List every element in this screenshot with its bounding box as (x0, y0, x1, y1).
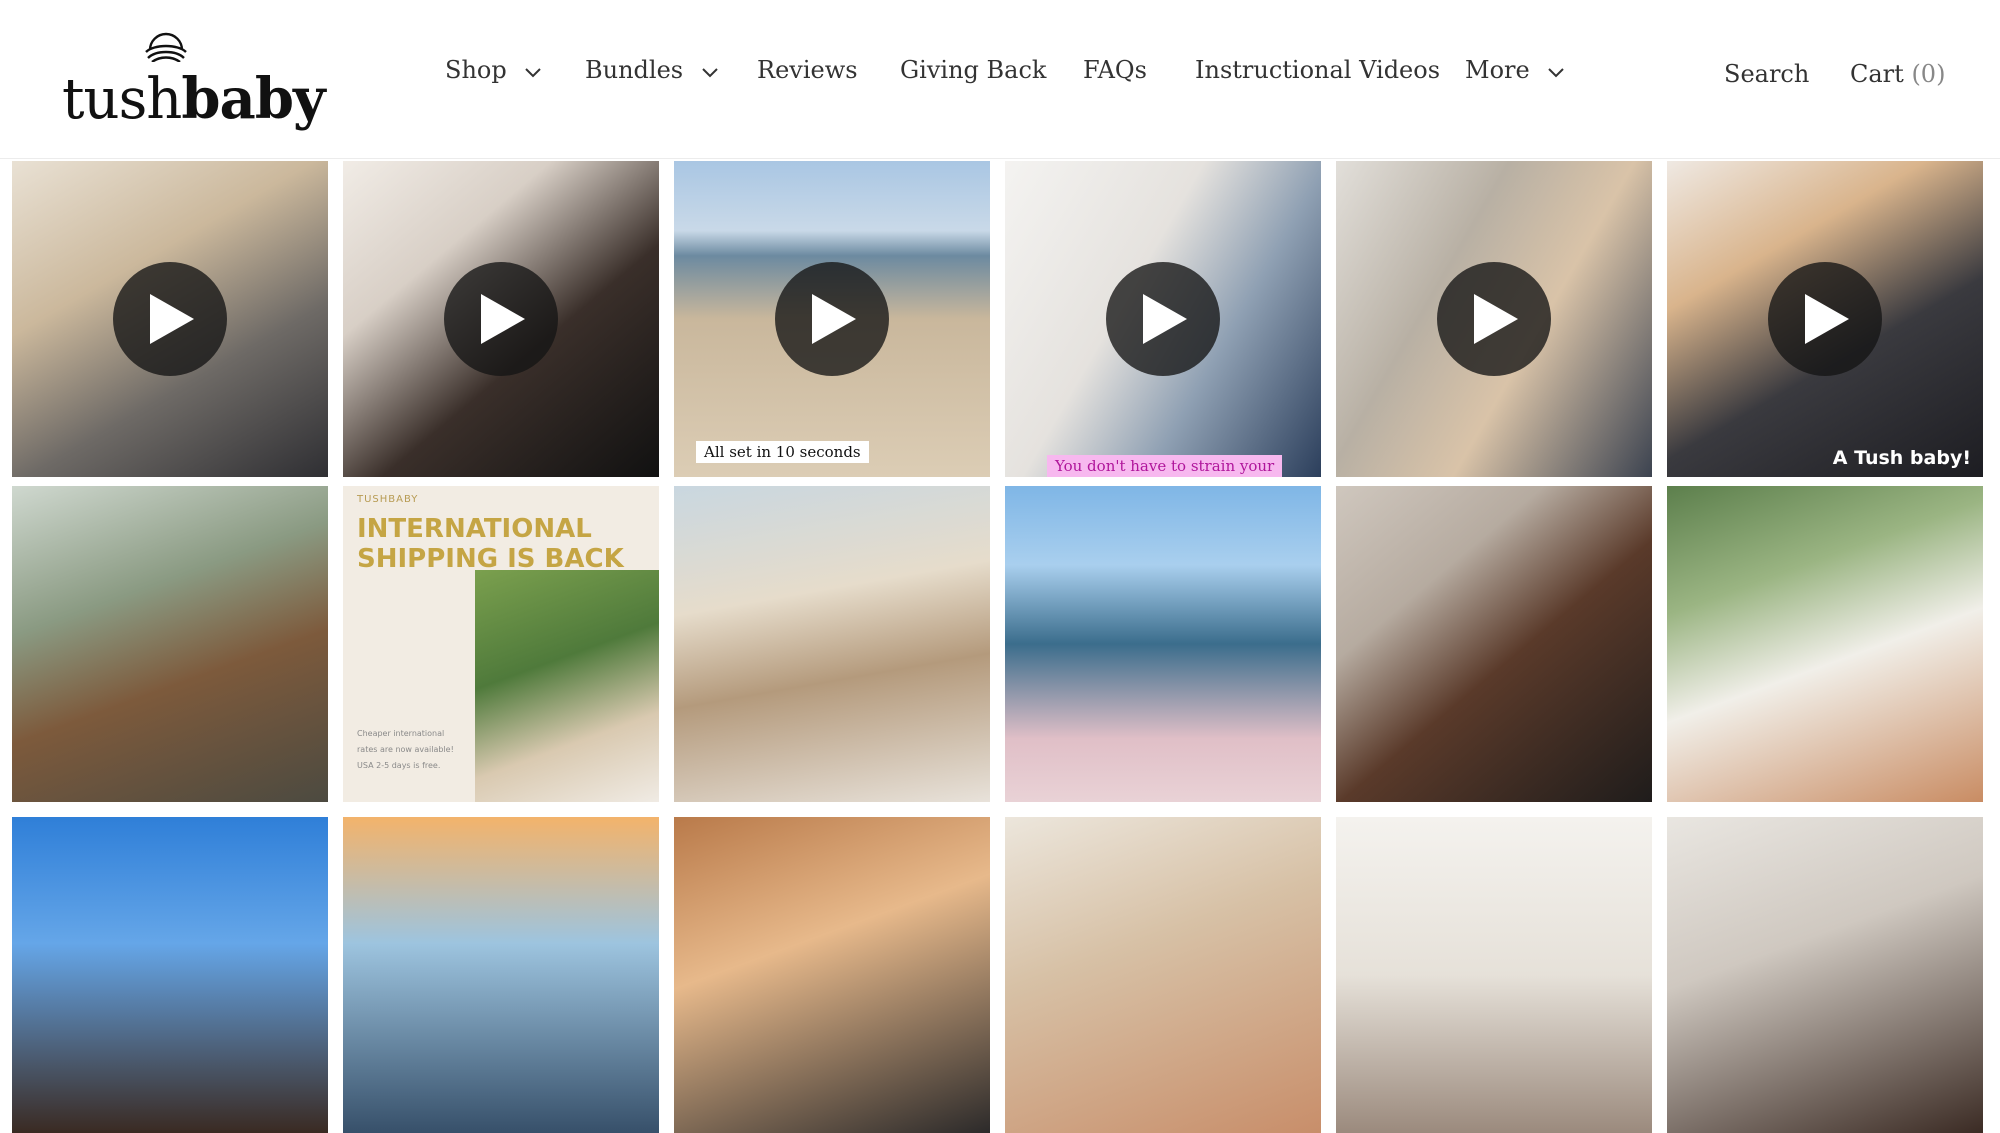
nav-more-label: More (1465, 56, 1530, 84)
cart-label: Cart (1850, 60, 1904, 88)
nav-faqs[interactable]: FAQs (1083, 56, 1147, 84)
gallery-photo (1336, 817, 1652, 1133)
gallery-photo (1005, 486, 1321, 802)
play-button[interactable] (1106, 262, 1220, 376)
site-header: tushbaby Shop Bundles Reviews Giving Bac… (0, 0, 2000, 159)
promo-subtext: Cheaper international rates are now avai… (357, 729, 454, 770)
gallery-tile[interactable] (343, 161, 659, 477)
nav-instructional-videos-label: Instructional Videos (1195, 56, 1441, 84)
gallery-tile[interactable]: All set in 10 seconds (674, 161, 990, 477)
video-caption: All set in 10 seconds (696, 441, 869, 463)
play-icon (1143, 294, 1187, 344)
cart-count: (0) (1911, 60, 1946, 88)
play-icon (150, 294, 194, 344)
sun-icon (145, 32, 187, 62)
cart-link[interactable]: Cart (0) (1850, 60, 1945, 88)
play-icon (481, 294, 525, 344)
gallery-tile[interactable]: A Tush baby! (1667, 161, 1983, 477)
play-icon (1474, 294, 1518, 344)
chevron-down-icon (525, 67, 542, 77)
brand-logo[interactable]: tushbaby (62, 28, 326, 132)
play-button[interactable] (444, 262, 558, 376)
gallery-tile[interactable]: You don't have to strain your (1005, 161, 1321, 477)
gallery-tile[interactable] (1336, 486, 1652, 802)
play-button[interactable] (1768, 262, 1882, 376)
video-caption: You don't have to strain your (1047, 455, 1283, 477)
nav-reviews-label: Reviews (757, 56, 858, 84)
nav-bundles[interactable]: Bundles (585, 56, 719, 84)
nav-giving-back-label: Giving Back (900, 56, 1047, 84)
gallery-photo (343, 817, 659, 1133)
gallery-photo (1005, 817, 1321, 1133)
logo-text-bold: baby (181, 66, 325, 132)
play-button[interactable] (775, 262, 889, 376)
chevron-down-icon (1548, 67, 1565, 77)
video-caption: A Tush baby! (1832, 447, 1971, 469)
gallery-tile[interactable] (1336, 817, 1652, 1133)
promo-card: TUSHBABY INTERNATIONAL SHIPPING IS BACK … (343, 486, 659, 802)
nav-faqs-label: FAQs (1083, 56, 1147, 84)
gallery-tile[interactable] (1336, 161, 1652, 477)
gallery-tile[interactable] (674, 486, 990, 802)
chevron-down-icon (702, 67, 718, 77)
gallery-tile[interactable] (1667, 817, 1983, 1133)
nav-shop-label: Shop (445, 56, 507, 84)
gallery-photo (1336, 486, 1652, 802)
promo-headline: INTERNATIONAL SHIPPING IS BACK (357, 514, 624, 574)
gallery-photo (674, 486, 990, 802)
search-link[interactable]: Search (1724, 60, 1809, 88)
play-button[interactable] (113, 262, 227, 376)
gallery-photo (12, 817, 328, 1133)
gallery-photo (1667, 817, 1983, 1133)
promo-photo (475, 570, 659, 802)
gallery-photo (1667, 486, 1983, 802)
gallery-tile[interactable] (1005, 486, 1321, 802)
play-button[interactable] (1437, 262, 1551, 376)
nav-bundles-label: Bundles (585, 56, 684, 84)
nav-reviews[interactable]: Reviews (757, 56, 858, 84)
gallery-tile[interactable] (12, 161, 328, 477)
gallery-tile[interactable] (12, 817, 328, 1133)
nav-shop[interactable]: Shop (445, 56, 542, 84)
logo-wordmark: tushbaby (62, 66, 326, 132)
play-icon (1805, 294, 1849, 344)
gallery-tile[interactable] (1667, 486, 1983, 802)
nav-instructional-videos[interactable]: Instructional Videos (1195, 56, 1440, 84)
gallery-tile[interactable] (12, 486, 328, 802)
gallery-photo (674, 817, 990, 1133)
nav-giving-back[interactable]: Giving Back (900, 56, 1046, 84)
gallery-tile[interactable] (1005, 817, 1321, 1133)
gallery-tile[interactable] (674, 817, 990, 1133)
logo-text-light: tush (62, 67, 182, 132)
gallery-photo (12, 486, 328, 802)
promo-tile[interactable]: TUSHBABY INTERNATIONAL SHIPPING IS BACK … (343, 486, 659, 802)
play-icon (812, 294, 856, 344)
gallery-tile[interactable] (343, 817, 659, 1133)
nav-more[interactable]: More (1465, 56, 1565, 84)
promo-brand: TUSHBABY (357, 494, 419, 505)
